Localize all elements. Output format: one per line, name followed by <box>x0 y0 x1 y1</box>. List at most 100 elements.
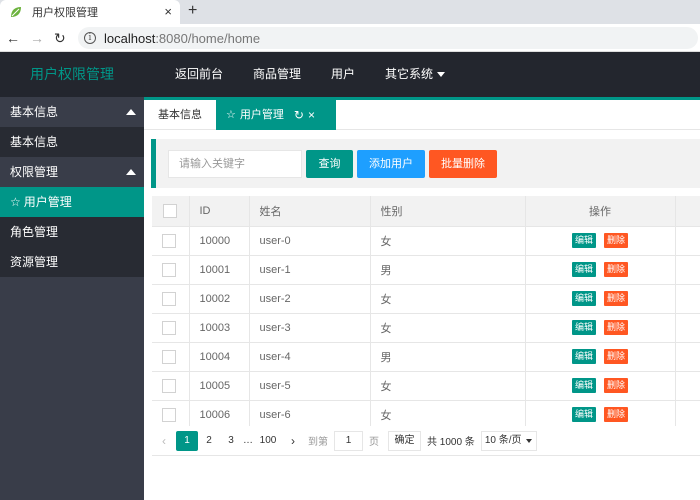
table-row: 10001 user-1 男编辑 删除 <box>152 255 700 285</box>
edit-button[interactable]: 编辑 <box>571 320 596 335</box>
cell-name: user-3 <box>249 313 371 343</box>
reload-icon[interactable]: ↻ <box>54 29 66 47</box>
prev-page-icon[interactable]: ‹ <box>152 431 176 451</box>
page-size-value: 10 条/页 <box>484 434 522 446</box>
cell-actions: 编辑 删除 <box>525 226 676 256</box>
browser-tab[interactable]: 用户权限管理 × <box>0 0 180 24</box>
column-header-name[interactable]: 姓名 <box>249 196 371 227</box>
sidebar: 基本信息 基本信息 权限管理 ☆ 用户管理 角色管理 资源管理 <box>0 97 144 500</box>
edit-button[interactable]: 编辑 <box>571 407 596 422</box>
delete-button[interactable]: 删除 <box>604 233 629 248</box>
page-current[interactable]: 1 <box>176 430 198 451</box>
sidebar-item-label: 用户管理 <box>23 195 72 209</box>
goto-confirm-button[interactable]: 确定 <box>388 430 421 451</box>
page-size-select[interactable]: 10 条/页 <box>480 430 537 451</box>
page-link-last[interactable]: 100 <box>254 431 282 451</box>
browser-tab-bar: 用户权限管理 × + <box>0 0 700 24</box>
delete-button[interactable]: 删除 <box>604 291 629 306</box>
delete-button[interactable]: 删除 <box>604 378 629 393</box>
cell-actions: 编辑 删除 <box>525 400 676 426</box>
table-row: 10002 user-2 女编辑 删除 <box>152 284 700 314</box>
table-header-row: ID 姓名 性别 操作 <box>152 196 700 227</box>
sidebar-item-basic-info[interactable]: 基本信息 <box>0 127 144 157</box>
address-bar: ← → ↻ i localhost:8080/home/home <box>0 24 700 52</box>
cell-id: 10000 <box>189 226 250 256</box>
delete-button[interactable]: 删除 <box>604 349 629 364</box>
query-button[interactable]: 查询 <box>306 150 353 178</box>
table-row: 10004 user-4 男编辑 删除 <box>152 342 700 372</box>
sidebar-group-basic[interactable]: 基本信息 <box>0 97 144 127</box>
info-icon[interactable]: i <box>84 32 96 44</box>
cell-sex: 女 <box>370 371 526 401</box>
sidebar-item-label: 角色管理 <box>10 225 59 239</box>
refresh-icon[interactable]: ↻ <box>294 100 304 130</box>
sidebar-item-user-management[interactable]: ☆ 用户管理 <box>0 187 144 217</box>
row-checkbox-cell <box>152 226 190 256</box>
search-input[interactable]: 请输入关键字 <box>168 150 302 178</box>
delete-button[interactable]: 删除 <box>604 320 629 335</box>
close-icon[interactable]: × <box>308 100 315 130</box>
batch-delete-button[interactable]: 批量删除 <box>429 150 497 178</box>
edit-button[interactable]: 编辑 <box>571 291 596 306</box>
nav-item-label: 返回前台 <box>175 67 224 81</box>
tab-basic-info[interactable]: 基本信息 <box>144 100 216 130</box>
search-toolbar: 请输入关键字 查询 添加用户 批量删除 <box>151 139 700 188</box>
back-arrow-icon[interactable]: ← <box>6 29 20 47</box>
edit-button[interactable]: 编辑 <box>571 378 596 393</box>
star-icon: ☆ <box>226 109 236 121</box>
page-link[interactable]: 3 <box>220 431 242 451</box>
nav-item-users[interactable]: 用户 <box>316 52 370 97</box>
row-checkbox[interactable] <box>162 233 176 248</box>
cell-name: user-6 <box>249 400 371 426</box>
cell-sex: 女 <box>370 226 526 256</box>
goto-label: 到第 <box>308 437 328 448</box>
select-all-checkbox[interactable] <box>163 203 177 218</box>
forward-arrow-icon[interactable]: → <box>30 29 44 47</box>
cell-id: 10005 <box>189 371 250 401</box>
close-icon[interactable]: × <box>164 5 172 19</box>
row-checkbox[interactable] <box>162 349 176 364</box>
nav-item-products[interactable]: 商品管理 <box>238 52 316 97</box>
caret-down-icon <box>525 438 532 443</box>
row-checkbox[interactable] <box>162 262 176 277</box>
new-tab-button[interactable]: + <box>188 2 197 20</box>
nav-item-other-systems[interactable]: 其它系统 <box>370 52 460 97</box>
column-header-sex[interactable]: 性别 <box>370 196 526 227</box>
url-host: localhost <box>104 30 156 46</box>
edit-button[interactable]: 编辑 <box>571 262 596 277</box>
edit-button[interactable]: 编辑 <box>571 349 596 364</box>
row-checkbox-cell <box>152 400 190 426</box>
page-ellipsis: … <box>243 434 253 446</box>
table-row: 10003 user-3 女编辑 删除 <box>152 313 700 343</box>
delete-button[interactable]: 删除 <box>604 262 629 277</box>
goto-page-input[interactable]: 1 <box>334 430 363 451</box>
edit-button[interactable]: 编辑 <box>571 233 596 248</box>
cell-actions: 编辑 删除 <box>525 313 676 343</box>
row-checkbox[interactable] <box>162 291 176 306</box>
cell-id: 10004 <box>189 342 250 372</box>
cell-sex: 男 <box>370 255 526 285</box>
page-link[interactable]: 2 <box>198 431 220 451</box>
delete-button[interactable]: 删除 <box>604 407 629 422</box>
next-page-icon[interactable]: › <box>282 431 304 451</box>
tab-user-management[interactable]: ☆ 用户管理 ↻ × <box>216 100 336 130</box>
sidebar-item-role-management[interactable]: 角色管理 <box>0 217 144 247</box>
sidebar-group-label: 权限管理 <box>10 165 59 179</box>
url-field[interactable]: i localhost:8080/home/home <box>78 27 698 49</box>
nav-item-frontend[interactable]: 返回前台 <box>160 52 238 97</box>
nav-item-label: 其它系统 <box>385 67 434 81</box>
cell-extra <box>675 313 700 343</box>
add-user-button[interactable]: 添加用户 <box>357 150 425 178</box>
row-checkbox[interactable] <box>162 407 176 422</box>
sidebar-item-label: 基本信息 <box>10 135 59 149</box>
sidebar-group-permissions[interactable]: 权限管理 <box>0 157 144 187</box>
row-checkbox[interactable] <box>162 320 176 335</box>
url-path: :8080/home/home <box>155 30 261 46</box>
sidebar-group-label: 基本信息 <box>10 105 59 119</box>
column-header-id[interactable]: ID <box>189 196 250 227</box>
cell-name: user-1 <box>249 255 371 285</box>
row-checkbox[interactable] <box>162 378 176 393</box>
sidebar-item-resource-management[interactable]: 资源管理 <box>0 247 144 277</box>
star-icon: ☆ <box>10 195 21 209</box>
cell-sex: 男 <box>370 342 526 372</box>
